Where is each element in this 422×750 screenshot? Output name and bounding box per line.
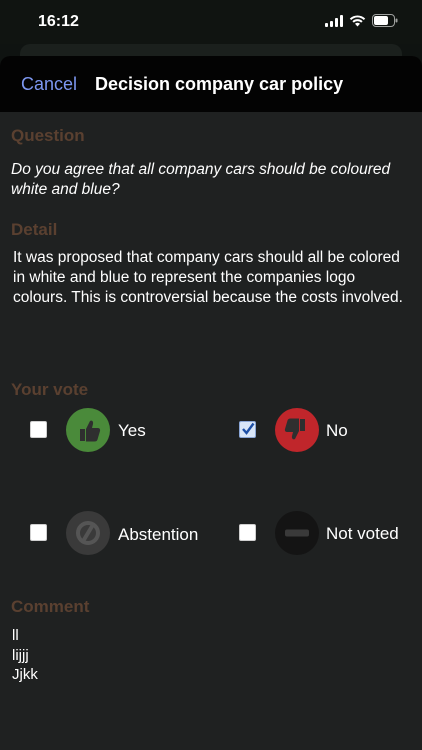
not-voted-icon[interactable] (275, 511, 319, 555)
battery-icon (372, 14, 398, 27)
vote-no-label: No (326, 421, 348, 440)
status-time: 16:12 (38, 13, 79, 30)
comment-field[interactable]: ll lijjj Jjkk (12, 626, 38, 685)
vote-yes-label: Yes (118, 421, 146, 440)
cancel-button[interactable]: Cancel (21, 74, 77, 95)
question-text: Do you agree that all company cars shoul… (11, 161, 391, 198)
abstain-icon[interactable] (66, 511, 110, 555)
detail-text: It was proposed that company cars should… (13, 249, 403, 306)
vote-yes-checkbox[interactable] (30, 421, 47, 438)
question-label: Question (11, 126, 85, 145)
navigation-bar: Cancel Decision company car policy (0, 56, 422, 112)
status-bar: 16:12 (0, 0, 422, 44)
status-icons (325, 14, 398, 27)
wifi-icon (349, 14, 366, 27)
vote-abstention-label: Abstention (118, 525, 199, 544)
thumbs-up-icon[interactable] (66, 408, 110, 452)
cellular-signal-icon (325, 14, 343, 27)
page-title: Decision company car policy (95, 74, 344, 94)
vote-no-checkbox[interactable] (239, 421, 256, 438)
vote-abstention-checkbox[interactable] (30, 524, 47, 541)
your-vote-label: Your vote (11, 380, 89, 399)
detail-label: Detail (11, 220, 58, 239)
vote-not-voted-label: Not voted (326, 524, 399, 543)
thumbs-down-icon[interactable] (275, 408, 319, 452)
vote-not-voted-checkbox[interactable] (239, 524, 256, 541)
decision-sheet: Cancel Decision company car policy Quest… (0, 56, 422, 750)
comment-label: Comment (11, 597, 90, 616)
